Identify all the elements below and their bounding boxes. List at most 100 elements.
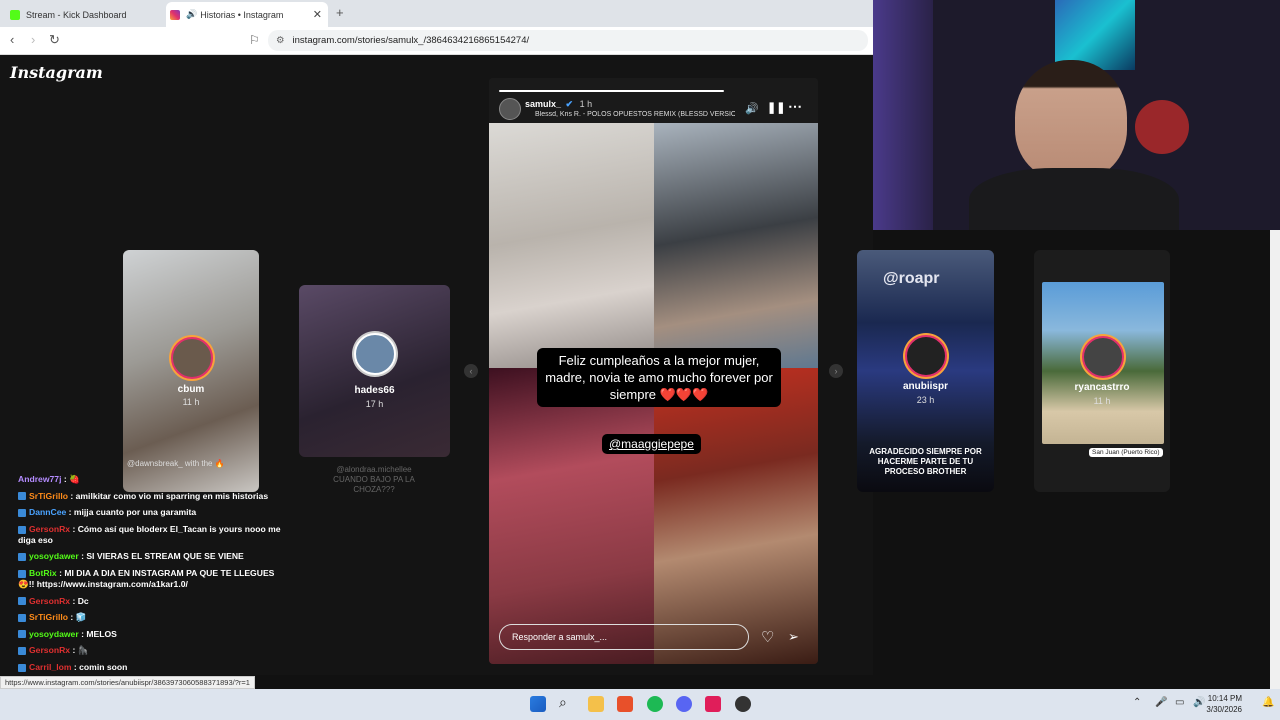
more-options-icon[interactable]: ⋯ [788,98,802,115]
clock-date: 3/30/2026 [1206,705,1242,714]
chat-username[interactable]: SrTiGrillo [29,491,68,501]
avatar [1082,336,1124,378]
share-send-icon[interactable]: ➢ [788,629,799,645]
network-icon[interactable]: ▭ [1175,697,1184,708]
address-bar[interactable]: ⚙ instagram.com/stories/samulx_/38646342… [268,30,868,51]
avatar [354,333,396,375]
story-username: anubiispr [902,381,948,392]
chat-username[interactable]: DannCee [29,507,66,517]
main-story[interactable]: samulx_ ✔ 1 h Blessd, Kris R. - POLOS OP… [489,78,818,664]
story-username: hades66 [354,385,395,396]
chat-text: mijja cuanto por una garamita [73,507,197,518]
story-overlay-text: @dawnsbreak_ with the 🔥 [127,459,225,468]
bookmark-icon[interactable]: ⚐ [249,33,260,47]
chat-badge-icon [18,569,26,578]
tab-instagram-stories[interactable]: 🔊 Historias • Instagram ✕ [166,2,328,27]
search-icon[interactable]: ⌕ [559,694,575,710]
system-clock[interactable]: 10:14 PM 3/30/2026 [1206,693,1242,715]
verified-icon: ✔ [565,99,574,109]
next-story-icon[interactable]: › [829,364,843,378]
story-photo-kiss-1 [489,368,654,664]
chat-separator: : [70,645,78,656]
status-url-preview: https://www.instagram.com/stories/anubii… [0,676,255,689]
chat-username[interactable]: Andrew77j [18,474,61,484]
chat-separator: : [70,595,78,606]
kick-favicon-icon [10,9,20,20]
story-progress-bar [499,90,724,92]
back-icon[interactable]: ‹ [10,32,14,47]
like-heart-icon[interactable]: ♡ [761,628,774,646]
side-story-ryancastrro[interactable]: ryancastrro 11 h San Juan (Puerto Rico) [1034,250,1170,492]
pause-icon[interactable]: ❚❚ [767,101,785,114]
discord-icon[interactable] [676,696,692,712]
background-sign [1135,100,1189,154]
story-caption: Feliz cumpleaños a la mejor mujer, madre… [537,348,781,407]
url-text: instagram.com/stories/samulx_/3864634216… [292,35,530,46]
obs-icon[interactable] [735,696,751,712]
story-bottom-text: AGRADECIDO SIEMPRE POR HACERME PARTE DE … [869,447,982,476]
chat-badge-icon [18,492,26,501]
chat-text: amilkitar como vio mi sparring en mis hi… [75,490,269,501]
site-info-icon[interactable]: ⚙ [276,35,285,46]
chat-message: GersonRx : Cómo así que bloderx El_Tacan… [18,524,293,546]
chat-text: SI VIERAS EL STREAM QUE SE VIENE [86,551,244,562]
chat-badge-icon [18,597,26,606]
chat-username[interactable]: yosoydawer [29,629,79,639]
brave-browser-icon[interactable] [617,696,633,712]
reload-icon[interactable]: ↻ [49,32,60,48]
story-photo-hospital [489,123,654,368]
chat-username[interactable]: GersonRx [29,524,70,534]
avatar[interactable] [499,98,521,120]
start-windows-icon[interactable] [530,696,546,712]
streamer-face [1015,60,1127,180]
tray-chevron-icon[interactable]: ⌃ [1133,697,1141,708]
chat-separator: : [70,523,78,534]
streamer-shirt [969,168,1179,230]
tab-kick-dashboard[interactable]: Stream - Kick Dashboard [6,2,164,27]
notification-bell-icon[interactable]: 🔔 [1262,697,1274,708]
file-explorer-icon[interactable] [588,696,604,712]
side-story-cbum[interactable]: cbum 11 h @dawnsbreak_ with the 🔥 [123,250,259,492]
volume-icon[interactable]: 🔊 [1193,697,1205,708]
story-time: 11 h [182,397,200,407]
tab-title: Stream - Kick Dashboard [26,9,127,20]
speaker-icon: 🔊 [186,9,198,19]
chat-message: yosoydawer : MELOS [18,629,293,640]
story-mention[interactable]: @maaggiepepe [602,434,701,454]
chat-username[interactable]: yosoydawer [29,551,79,561]
story-location-sticker: San Juan (Puerto Rico) [1089,448,1163,457]
previous-story-icon[interactable]: ‹ [464,364,478,378]
side-story-anubiispr[interactable]: @roapr anubiispr 23 h AGRADECIDO SIEMPRE… [857,250,994,492]
volume-icon[interactable]: 🔊 [745,102,759,115]
chat-separator: : [68,612,76,623]
chat-username[interactable]: GersonRx [29,645,70,655]
chat-separator: : [71,661,80,672]
spotify-icon[interactable] [647,696,663,712]
story-time: 1 h [579,99,593,109]
close-tab-icon[interactable]: ✕ [313,8,322,21]
microphone-icon[interactable]: 🎤 [1155,697,1167,708]
chat-badge-icon [18,508,26,517]
chat-username[interactable]: Carril_lom [29,662,72,672]
instagram-logo[interactable]: Instagram [10,63,103,82]
tab-title: Historias • Instagram [200,9,284,20]
chat-message: GersonRx : 🦍 [18,645,293,656]
chat-username[interactable]: SrTiGrillo [29,612,68,622]
forward-icon[interactable]: › [31,32,35,47]
new-tab-icon[interactable]: + [336,5,344,20]
page-scrollbar[interactable] [1270,230,1280,689]
side-story-hades66[interactable]: hades66 17 h [299,285,450,457]
chat-message: SrTiGrillo : 🧊 [18,612,293,623]
story-music[interactable]: Blessd, Kris R. - POLOS OPUESTOS REMIX (… [535,111,735,118]
tiktok-icon[interactable] [705,696,721,712]
chat-message: yosoydawer : SI VIERAS EL STREAM QUE SE … [18,551,293,562]
chat-badge-icon [18,525,26,534]
chat-username[interactable]: GersonRx [29,596,70,606]
chat-message: DannCee : mijja cuanto por una garamita [18,507,293,518]
avatar [171,337,213,379]
chat-message: SrTiGrillo : amilkitar como vio mi sparr… [18,491,293,502]
reply-input[interactable]: Responder a samulx_... [499,624,749,650]
story-username[interactable]: samulx_ ✔ 1 h [525,99,592,110]
chat-badge-icon [18,613,26,622]
chat-username[interactable]: BotRix [29,568,57,578]
